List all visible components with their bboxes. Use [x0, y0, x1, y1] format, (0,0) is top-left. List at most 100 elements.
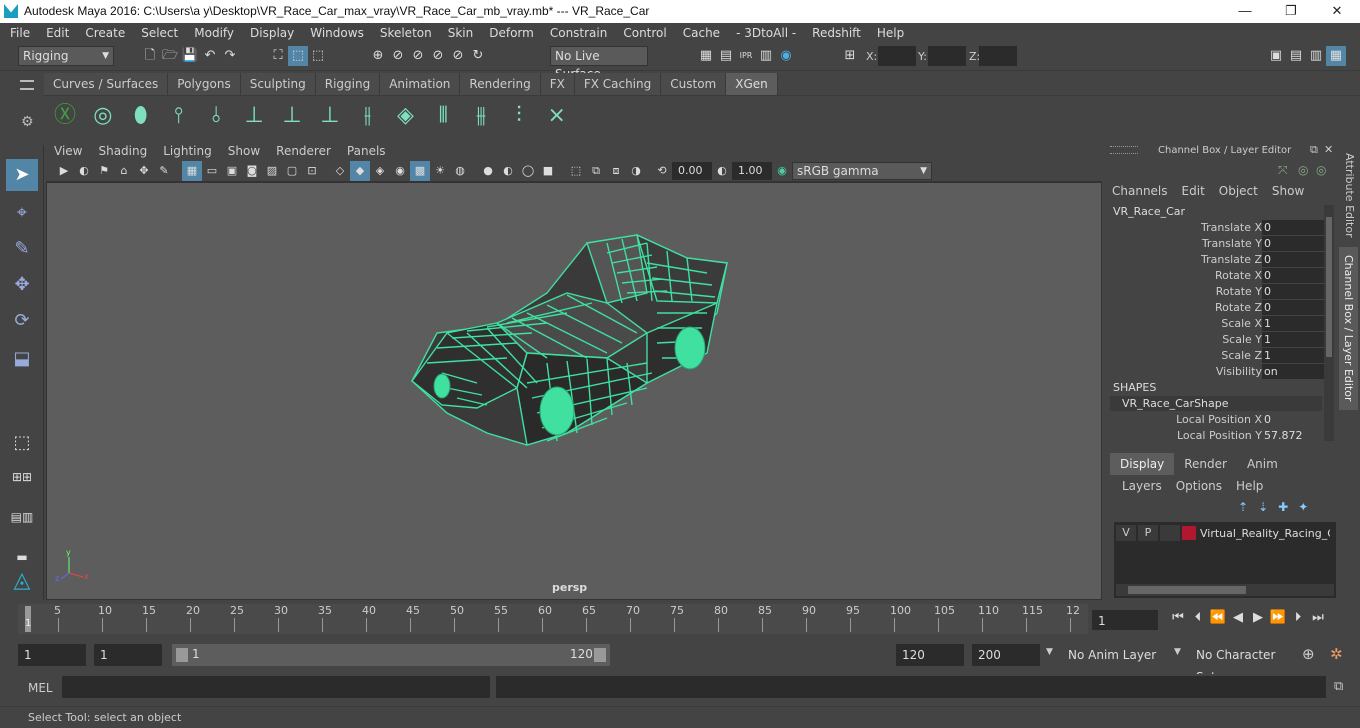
maximize-button[interactable]: ❐: [1268, 0, 1314, 23]
hyper-icon[interactable]: ◎: [1316, 163, 1326, 177]
layer-tab-anim[interactable]: Anim: [1237, 453, 1288, 475]
auto-key-icon[interactable]: ⊕: [1302, 645, 1315, 663]
use-all-lights-icon[interactable]: ▩: [410, 160, 430, 181]
cb-menu-channels[interactable]: Channels: [1112, 184, 1168, 198]
xgen-sculpt-icon[interactable]: ⫲: [351, 96, 385, 136]
go-to-start-icon[interactable]: ⏮: [1168, 608, 1188, 628]
snap-surface-icon[interactable]: ⊘: [448, 46, 468, 66]
menu-help[interactable]: Help: [869, 23, 912, 43]
tab-xgen[interactable]: XGen: [726, 73, 778, 95]
layer-menu-help[interactable]: Help: [1236, 479, 1263, 493]
layer-name[interactable]: Virtual_Reality_Racing_G: [1200, 527, 1330, 540]
layer-menu-layers[interactable]: Layers: [1122, 479, 1162, 493]
script-editor-icon[interactable]: ⧉: [1334, 679, 1343, 694]
layer-color-swatch[interactable]: [1182, 526, 1196, 540]
menu-skin[interactable]: Skin: [440, 23, 482, 43]
menu-control[interactable]: Control: [615, 23, 674, 43]
render-view-icon[interactable]: ▦: [696, 46, 716, 66]
tab-sculpting[interactable]: Sculpting: [240, 73, 316, 95]
step-back-frame-icon[interactable]: ⏴: [1188, 608, 1208, 628]
y-input[interactable]: [928, 46, 966, 66]
playback-end-field[interactable]: 120: [896, 644, 964, 666]
safe-action-icon[interactable]: ▢: [282, 161, 302, 181]
xgen-editor-icon[interactable]: Ⓧ: [48, 96, 82, 136]
race-car-model[interactable]: y x z: [47, 183, 1103, 601]
move-tool-icon[interactable]: ✥: [6, 269, 38, 301]
x-input[interactable]: [878, 46, 916, 66]
menu-constrain[interactable]: Constrain: [542, 23, 616, 43]
attr-value[interactable]: 0: [1262, 284, 1328, 299]
step-forward-frame-icon[interactable]: ⏵: [1288, 608, 1308, 628]
attr-scale-x[interactable]: Scale X1: [1106, 316, 1336, 332]
isolate-select-icon[interactable]: ■: [538, 161, 558, 181]
xgen-guide-view-icon[interactable]: ⊥: [275, 96, 309, 136]
layer-playback-toggle[interactable]: P: [1138, 525, 1158, 541]
ambient-occlusion-icon[interactable]: ◍: [450, 161, 470, 181]
menu-cache[interactable]: Cache: [675, 23, 728, 43]
resolution-gate-icon[interactable]: ▣: [222, 161, 242, 181]
close-button[interactable]: ✕: [1314, 0, 1360, 23]
channel-box-toggle-icon[interactable]: ▦: [1326, 46, 1346, 66]
chevron-down-icon[interactable]: ▼: [1046, 647, 1053, 657]
chevron-down-icon[interactable]: ▼: [1174, 647, 1181, 657]
color-space-dropdown[interactable]: sRGB gamma ▼: [792, 161, 932, 180]
layer-visibility-toggle[interactable]: V: [1116, 525, 1136, 541]
multisample-aa-icon[interactable]: ◐: [498, 161, 518, 181]
panel-grip-icon[interactable]: [1110, 146, 1138, 154]
menu-select[interactable]: Select: [133, 23, 186, 43]
menu-redshift[interactable]: Redshift: [804, 23, 869, 43]
attr-translate-y[interactable]: Translate Y0: [1106, 236, 1336, 252]
float-panel-icon[interactable]: ⧉: [1310, 143, 1318, 157]
character-set-dropdown[interactable]: No Character Set: [1190, 644, 1296, 684]
xray-components-icon[interactable]: ⧈: [606, 161, 626, 181]
color-management-icon[interactable]: ◉: [772, 161, 792, 181]
attr-value[interactable]: 0: [1262, 220, 1328, 235]
anim-layer-dropdown[interactable]: No Anim Layer: [1062, 644, 1164, 666]
smooth-shade-icon[interactable]: ◆: [350, 160, 370, 181]
current-frame-field[interactable]: 1: [1092, 610, 1158, 630]
select-component-icon[interactable]: ⬚: [308, 46, 328, 66]
tab-rigging[interactable]: Rigging: [315, 73, 381, 95]
exposure-field[interactable]: 0.00: [672, 161, 712, 180]
new-layer-icon[interactable]: ✚: [1278, 500, 1288, 514]
move-layer-down-icon[interactable]: ⇣: [1258, 500, 1268, 514]
camera-attributes-icon[interactable]: ◐: [74, 161, 94, 181]
maya-home-icon[interactable]: ◬: [6, 565, 38, 597]
channel-box-scrollbar[interactable]: [1324, 205, 1334, 441]
save-scene-icon[interactable]: 💾: [180, 46, 200, 66]
attr-value[interactable]: 57.872: [1262, 428, 1328, 443]
layer-type-toggle[interactable]: [1160, 525, 1180, 541]
menu-deform[interactable]: Deform: [481, 23, 542, 43]
snap-curve-icon[interactable]: ⊘: [388, 46, 408, 66]
new-layer-selected-icon[interactable]: ✦: [1298, 500, 1308, 514]
xgen-guide-select-icon[interactable]: ⫵: [464, 96, 498, 136]
panel-menu-shading[interactable]: Shading: [90, 143, 155, 160]
attr-value[interactable]: 1: [1262, 332, 1328, 347]
render-settings-icon[interactable]: ▥: [756, 46, 776, 66]
move-layer-up-icon[interactable]: ⇡: [1238, 500, 1248, 514]
menu-file[interactable]: File: [2, 23, 38, 43]
film-gate-icon[interactable]: ▭: [202, 161, 222, 181]
tab-polygons[interactable]: Polygons: [168, 73, 241, 95]
menu-skeleton[interactable]: Skeleton: [372, 23, 440, 43]
paint-select-tool-icon[interactable]: ✎: [6, 233, 38, 265]
step-forward-key-icon[interactable]: ⏩: [1268, 608, 1288, 628]
snap-view-icon[interactable]: ⊘: [428, 46, 448, 66]
tab-curves-surfaces[interactable]: Curves / Surfaces: [44, 73, 169, 95]
layer-row[interactable]: V P Virtual_Reality_Racing_G: [1116, 524, 1336, 542]
command-language-label[interactable]: MEL: [28, 681, 53, 695]
tab-animation[interactable]: Animation: [380, 73, 461, 95]
menu-modify[interactable]: Modify: [186, 23, 242, 43]
xgen-guide-plus-icon[interactable]: ⊥: [237, 96, 271, 136]
attr-local-position-y[interactable]: Local Position Y 57.872: [1106, 428, 1336, 444]
persp-viewport[interactable]: y x z persp: [46, 182, 1102, 600]
attr-rotate-x[interactable]: Rotate X0: [1106, 268, 1336, 284]
tab-rendering[interactable]: Rendering: [460, 73, 541, 95]
grease-pencil-icon[interactable]: ✎: [154, 161, 174, 181]
attr-value[interactable]: 0: [1262, 300, 1328, 315]
step-back-key-icon[interactable]: ⏪: [1208, 608, 1228, 628]
attribute-editor-tab[interactable]: Attribute Editor: [1343, 153, 1356, 238]
undo-icon[interactable]: ↶: [200, 46, 220, 66]
modeling-toolkit-icon[interactable]: ▣: [1266, 46, 1286, 66]
menu-edit[interactable]: Edit: [38, 23, 77, 43]
